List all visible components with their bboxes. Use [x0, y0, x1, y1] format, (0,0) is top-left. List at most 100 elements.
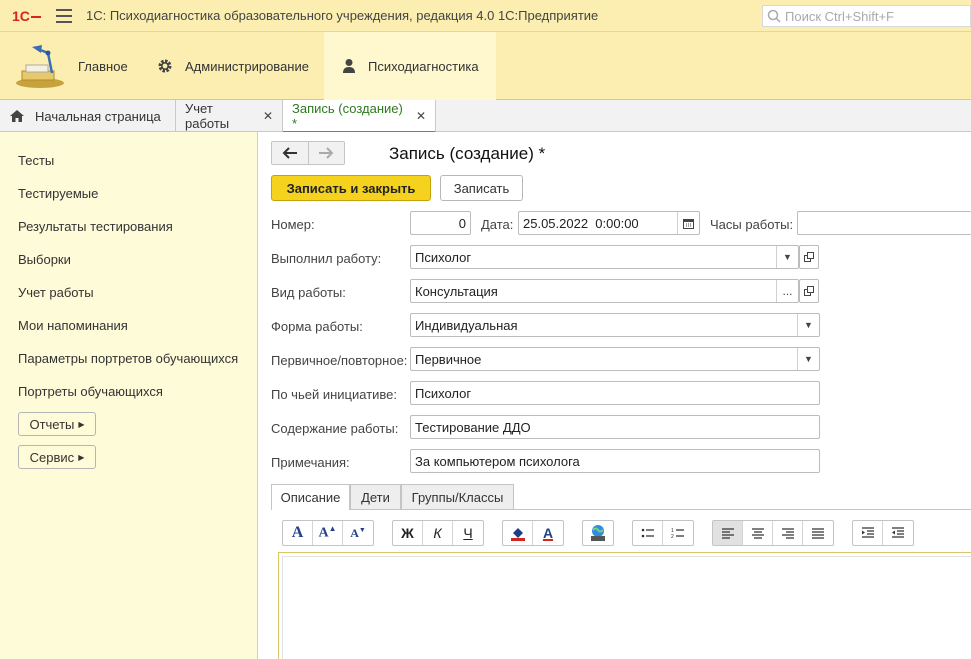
number-field[interactable]: 0 [410, 211, 471, 235]
description-editor[interactable] [278, 552, 971, 659]
tab-home-label: Начальная страница [35, 108, 161, 124]
calendar-icon[interactable] [677, 212, 699, 234]
reports-button[interactable]: Отчеты ▶ [18, 412, 96, 436]
section-psychodiagnostics[interactable]: Психодиагностика [324, 32, 496, 100]
ellipsis-icon[interactable]: ... [776, 280, 798, 302]
hours-label: Часы работы: [710, 217, 794, 232]
back-button[interactable] [272, 142, 309, 164]
tab-children[interactable]: Дети [350, 484, 401, 509]
open-performer-button[interactable] [799, 245, 819, 269]
increase-indent-icon[interactable] [853, 521, 883, 545]
sections-panel: Главное Администрирование Психодиагности… [0, 32, 971, 100]
notes-value: За компьютером психолога [415, 453, 580, 469]
initiative-field[interactable]: Психолог [410, 381, 820, 405]
open-windows-bar: Начальная страница Учет работы ✕ Запись … [0, 100, 971, 133]
nav-item-reminders[interactable]: Мои напоминания [18, 318, 128, 333]
home-icon [10, 110, 24, 122]
date-field[interactable]: 25.05.2022 0:00:00 [518, 211, 700, 235]
underline-button[interactable]: Ч [453, 521, 483, 545]
bold-label: Ж [401, 525, 414, 541]
nav-item-tests[interactable]: Тесты [18, 153, 54, 168]
dropdown-arrow-icon[interactable]: ▼ [776, 246, 798, 268]
open-form-icon [804, 252, 814, 262]
triangle-right-icon: ▶ [78, 419, 85, 429]
primary-value: Первичное [415, 351, 482, 367]
gear-icon [157, 58, 173, 74]
work-form-field[interactable]: Индивидуальная ▼ [410, 313, 820, 337]
arrow-right-icon [319, 147, 334, 159]
nav-item-test-results[interactable]: Результаты тестирования [18, 219, 173, 234]
close-icon[interactable]: ✕ [416, 109, 426, 123]
decrease-indent-icon[interactable] [883, 521, 913, 545]
close-icon[interactable]: ✕ [263, 109, 273, 123]
1c-logo-icon[interactable]: 1С [12, 7, 42, 25]
svg-text:1С: 1С [12, 8, 30, 24]
forward-button[interactable] [309, 142, 345, 164]
tab-record-create-label: Запись (создание) * [292, 100, 403, 131]
svg-text:2: 2 [671, 534, 674, 539]
title-bar: 1С 1С: Психодиагностика образовательного… [0, 0, 971, 32]
nav-item-samples[interactable]: Выборки [18, 252, 71, 267]
decrease-font-icon[interactable]: A▼ [343, 521, 373, 545]
nav-item-portrait-params[interactable]: Параметры портретов обучающихся [18, 351, 238, 366]
primary-label: Первичное/повторное: [271, 353, 408, 368]
work-type-value: Консультация [415, 283, 498, 299]
tab-record-create[interactable]: Запись (создание) * ✕ [283, 100, 436, 133]
text-style-group: Ж К Ч [392, 520, 484, 546]
history-navigation [271, 141, 345, 165]
save-and-close-button[interactable]: Записать и закрыть [271, 175, 431, 201]
bold-button[interactable]: Ж [393, 521, 423, 545]
main-menu-icon[interactable] [56, 8, 72, 23]
number-label: Номер: [271, 217, 315, 232]
dropdown-arrow-icon[interactable]: ▼ [797, 314, 819, 336]
nav-item-testees[interactable]: Тестируемые [18, 186, 98, 201]
list-group: 12 [632, 520, 694, 546]
tab-home[interactable]: Начальная страница [0, 100, 176, 132]
font-icon[interactable]: A [283, 521, 313, 545]
numbered-list-icon[interactable]: 12 [663, 521, 693, 545]
tab-work-log[interactable]: Учет работы ✕ [176, 100, 283, 132]
open-work-type-button[interactable] [799, 279, 819, 303]
align-left-icon[interactable] [713, 521, 743, 545]
arrow-left-icon [282, 147, 297, 159]
bulleted-list-icon[interactable] [633, 521, 663, 545]
service-button[interactable]: Сервис ▶ [18, 445, 96, 469]
italic-button[interactable]: К [423, 521, 453, 545]
notes-label: Примечания: [271, 455, 350, 470]
performer-field[interactable]: Психолог ▼ [410, 245, 799, 269]
align-center-icon[interactable] [743, 521, 773, 545]
triangle-right-icon: ▶ [78, 452, 85, 462]
form-title: Запись (создание) * [389, 144, 546, 163]
nav-item-portraits[interactable]: Портреты обучающихся [18, 384, 163, 399]
tab-description[interactable]: Описание [271, 484, 350, 510]
search-icon [767, 9, 781, 23]
notes-field[interactable]: За компьютером психолога [410, 449, 820, 473]
search-input[interactable]: Поиск Ctrl+Shift+F [762, 5, 971, 27]
editor-text-area[interactable] [282, 556, 971, 659]
section-psychodiagnostics-label: Психодиагностика [368, 58, 479, 74]
search-placeholder: Поиск Ctrl+Shift+F [785, 8, 894, 24]
insert-image-icon[interactable] [583, 521, 613, 545]
content-field[interactable]: Тестирование ДДО [410, 415, 820, 439]
work-type-field[interactable]: Консультация ... [410, 279, 799, 303]
primary-field[interactable]: Первичное ▼ [410, 347, 820, 371]
service-button-label: Сервис [29, 449, 75, 465]
insert-image-group [582, 520, 614, 546]
alignment-group [712, 520, 834, 546]
nav-item-work-log[interactable]: Учет работы [18, 285, 94, 300]
initiative-value: Психолог [415, 385, 472, 401]
tab-groups-classes[interactable]: Группы/Классы [401, 484, 514, 509]
text-color-icon[interactable]: A [533, 521, 563, 545]
increase-font-icon[interactable]: A▲ [313, 521, 343, 545]
record-form: Запись (создание) * Записать и закрыть З… [259, 132, 971, 659]
left-navigation: Тесты Тестируемые Результаты тестировани… [0, 132, 258, 659]
section-main[interactable]: Главное [14, 32, 139, 100]
align-right-icon[interactable] [773, 521, 803, 545]
dropdown-arrow-icon[interactable]: ▼ [797, 348, 819, 370]
save-button[interactable]: Записать [440, 175, 523, 201]
background-color-icon[interactable] [503, 521, 533, 545]
color-group: A [502, 520, 564, 546]
align-justify-icon[interactable] [803, 521, 833, 545]
hours-field[interactable] [797, 211, 971, 235]
section-admin[interactable]: Администрирование [139, 32, 324, 100]
